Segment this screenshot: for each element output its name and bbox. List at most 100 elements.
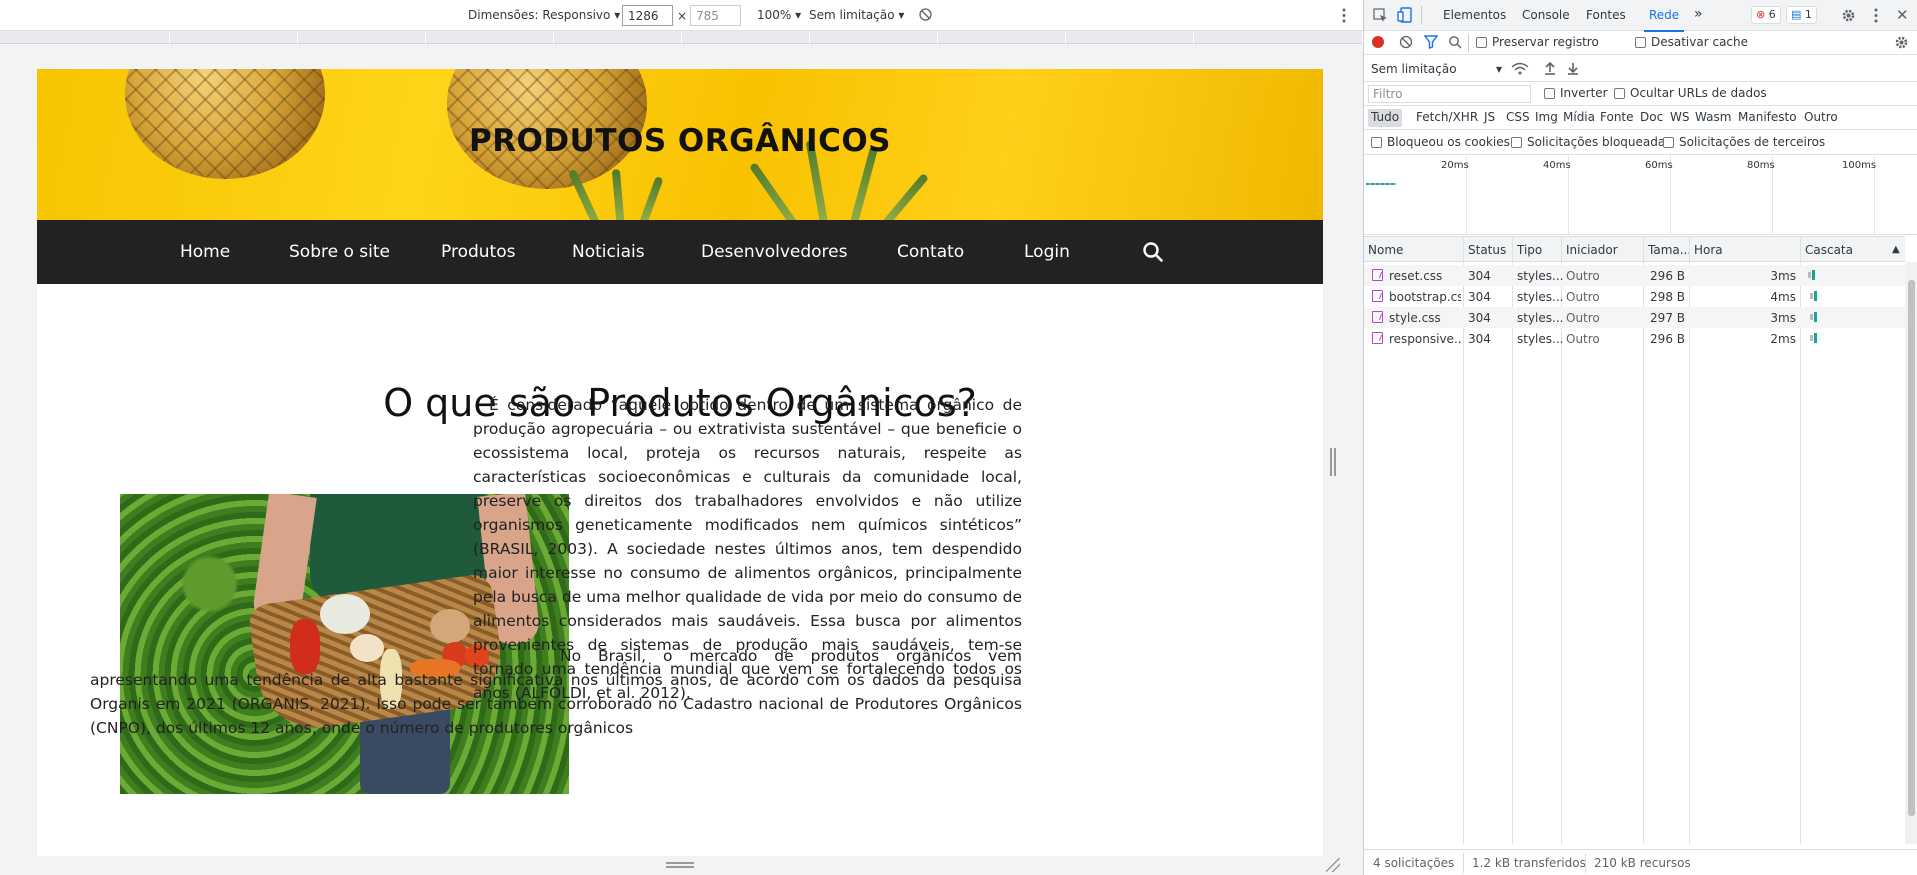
table-row[interactable]: bootstrap.css 304 styles... Outro 298 B …	[1364, 286, 1905, 307]
close-icon[interactable]: ✕	[1896, 6, 1909, 24]
request-time: 3ms	[1770, 269, 1796, 283]
import-har-icon[interactable]	[1544, 61, 1556, 78]
zoom-dropdown[interactable]: 100% ▾	[757, 8, 801, 22]
ruler-segment[interactable]	[554, 31, 682, 44]
divider	[1585, 853, 1586, 873]
nav-news[interactable]: Noticiais	[572, 242, 645, 262]
resize-handle-corner[interactable]	[1326, 858, 1340, 872]
col-type[interactable]: Tipo	[1517, 243, 1542, 257]
dimensions-dropdown[interactable]: Dimensões: Responsivo ▾	[468, 8, 620, 22]
type-filter-all[interactable]: Tudo	[1368, 109, 1403, 127]
blocked-cookies-label: Bloqueou os cookies	[1387, 135, 1510, 149]
table-row[interactable]: responsive.... 304 styles... Outro 296 B…	[1364, 328, 1905, 349]
request-count: 4 solicitações	[1373, 856, 1455, 870]
tab-network[interactable]: Rede	[1643, 8, 1685, 32]
type-filter-wasm[interactable]: Wasm	[1692, 109, 1734, 127]
ruler-segment[interactable]	[298, 31, 426, 44]
type-filter-other[interactable]: Outro	[1801, 109, 1841, 127]
inspect-element-icon[interactable]	[1373, 8, 1388, 26]
invert-checkbox[interactable]	[1544, 88, 1555, 99]
col-time[interactable]: Hora	[1694, 243, 1723, 257]
ruler-segment[interactable]	[1066, 31, 1194, 44]
blocked-requests-label: Solicitações bloqueadas	[1527, 135, 1672, 149]
ruler-segment[interactable]	[682, 31, 810, 44]
type-filter-fetch[interactable]: Fetch/XHR	[1413, 109, 1481, 127]
table-row[interactable]: style.css 304 styles... Outro 297 B 3ms	[1364, 307, 1905, 328]
request-size: 296 B	[1650, 332, 1685, 346]
ruler-segment[interactable]	[426, 31, 554, 44]
message-badge[interactable]: ▤ 1	[1786, 6, 1817, 24]
height-input[interactable]: 785	[690, 5, 741, 26]
settings-gear-icon[interactable]	[1841, 8, 1856, 26]
media-query-ruler[interactable]	[0, 31, 1363, 44]
type-filter-font[interactable]: Fonte	[1597, 109, 1637, 127]
ruler-segment[interactable]	[0, 31, 170, 44]
network-settings-icon[interactable]	[1894, 35, 1909, 53]
filter-input[interactable]: Filtro	[1368, 85, 1531, 103]
tab-console[interactable]: Console	[1522, 8, 1570, 22]
col-name[interactable]: Nome	[1368, 243, 1403, 257]
type-filter-media[interactable]: Mídia	[1560, 109, 1598, 127]
preserve-log-label: Preservar registro	[1492, 35, 1599, 49]
blocked-requests-checkbox[interactable]	[1511, 137, 1522, 148]
type-filter-js[interactable]: JS	[1481, 109, 1498, 127]
col-initiator[interactable]: Iniciador	[1566, 243, 1618, 257]
throttle-dropdown[interactable]: Sem limitação ▾	[809, 8, 904, 22]
type-filter-img[interactable]: Img	[1532, 109, 1561, 127]
type-filter-doc[interactable]: Doc	[1637, 109, 1666, 127]
nav-products[interactable]: Produtos	[441, 242, 515, 262]
hide-data-urls-label: Ocultar URLs de dados	[1630, 86, 1767, 100]
width-input[interactable]: 1286	[622, 5, 673, 26]
resize-handle-right[interactable]	[1330, 448, 1336, 476]
blocked-cookies-checkbox[interactable]	[1371, 137, 1382, 148]
table-row[interactable]: reset.css 304 styles... Outro 296 B 3ms	[1364, 265, 1905, 286]
sort-ascending-icon[interactable]: ▲	[1892, 244, 1900, 255]
network-conditions-icon[interactable]	[1511, 62, 1529, 78]
ruler-segment[interactable]	[1194, 31, 1363, 44]
col-status[interactable]: Status	[1468, 243, 1506, 257]
devtools-menu-icon[interactable]	[1874, 8, 1878, 26]
request-type: styles...	[1517, 311, 1564, 325]
ruler-segment[interactable]	[170, 31, 298, 44]
ruler-segment[interactable]	[810, 31, 938, 44]
timeline-label: 20ms	[1441, 160, 1469, 171]
throttle-select[interactable]: Sem limitação ▾	[1371, 62, 1502, 76]
preserve-log-checkbox[interactable]	[1476, 37, 1487, 48]
record-icon[interactable]	[1372, 36, 1384, 48]
hide-data-urls-checkbox[interactable]	[1614, 88, 1625, 99]
filter-icon[interactable]	[1423, 35, 1439, 52]
nav-contact[interactable]: Contato	[897, 242, 964, 262]
more-tabs-button[interactable]: »	[1694, 6, 1703, 22]
nav-home[interactable]: Home	[180, 242, 230, 262]
type-filter-ws[interactable]: WS	[1667, 109, 1692, 127]
rotate-icon[interactable]	[918, 7, 933, 25]
blocked-filter-row: Bloqueou os cookies Solicitações bloquea…	[1364, 130, 1917, 155]
export-har-icon[interactable]	[1567, 61, 1579, 78]
nav-login[interactable]: Login	[1024, 242, 1070, 262]
requests-scrollbar[interactable]	[1905, 262, 1917, 844]
search-icon[interactable]	[1142, 241, 1164, 263]
stylesheet-file-icon	[1372, 332, 1383, 344]
search-icon[interactable]	[1448, 35, 1462, 52]
type-filter-manifest[interactable]: Manifesto	[1735, 109, 1800, 127]
resize-handle-bottom[interactable]	[666, 862, 694, 868]
ruler-segment[interactable]	[938, 31, 1066, 44]
third-party-checkbox[interactable]	[1663, 137, 1674, 148]
clear-icon[interactable]	[1399, 35, 1413, 52]
nav-about[interactable]: Sobre o site	[289, 242, 390, 262]
scrollbar-thumb[interactable]	[1908, 280, 1915, 816]
type-filter-css[interactable]: CSS	[1503, 109, 1533, 127]
error-badge[interactable]: ⊗ 6	[1751, 6, 1781, 24]
disable-cache-checkbox[interactable]	[1635, 37, 1646, 48]
nav-developers[interactable]: Desenvolvedores	[701, 242, 847, 262]
col-size[interactable]: Tama...	[1648, 243, 1691, 257]
tab-sources[interactable]: Fontes	[1586, 8, 1626, 22]
network-overview[interactable]: 20ms 40ms 60ms 80ms 100ms	[1364, 155, 1917, 235]
throttle-label: Sem limitação	[809, 8, 895, 22]
tab-elements[interactable]: Elementos	[1443, 8, 1506, 22]
requests-table-header: Nome Status Tipo Iniciador Tama... Hora …	[1364, 236, 1905, 262]
request-name: bootstrap.css	[1389, 290, 1461, 304]
more-options-icon[interactable]	[1342, 8, 1346, 26]
col-waterfall[interactable]: Cascata	[1805, 243, 1853, 257]
device-toggle-icon[interactable]	[1397, 7, 1413, 26]
